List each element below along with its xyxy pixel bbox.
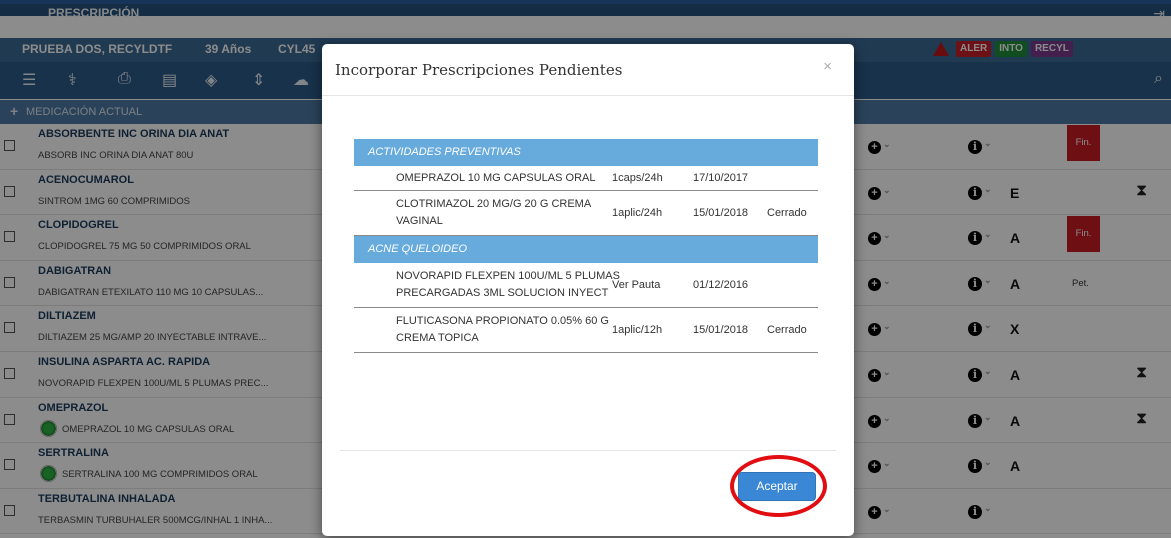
pending-prescriptions-table: ACTIVIDADES PREVENTIVAS OMEPRAZOL 10 MG … <box>354 139 818 353</box>
prescription-name: CLOTRIMAZOL 20 MG/G 20 G CREMA VAGINAL <box>396 198 592 227</box>
prescription-state: Cerrado <box>767 207 807 219</box>
prescription-dose: Ver Pauta <box>612 279 661 291</box>
pending-prescriptions-dialog: Incorporar Prescripciones Pendientes × A… <box>322 44 854 536</box>
prescription-row[interactable]: CLOTRIMAZOL 20 MG/G 20 G CREMA VAGINAL 1a… <box>354 191 818 236</box>
prescription-name: NOVORAPID FLEXPEN 100U/ML 5 PLUMAS PRECAR… <box>396 270 620 299</box>
prescription-dose: 1aplic/24h <box>612 207 663 219</box>
dialog-footer-divider <box>340 450 836 451</box>
prescription-row[interactable]: FLUTICASONA PROPIONATO 0.05% 60 G CREMA T… <box>354 308 818 353</box>
prescription-name: FLUTICASONA PROPIONATO 0.05% 60 G CREMA T… <box>396 315 609 344</box>
prescription-date: 01/12/2016 <box>693 279 749 291</box>
prescription-state: Cerrado <box>767 324 807 336</box>
group-header: ACNE QUELOIDEO <box>354 236 818 263</box>
group-header: ACTIVIDADES PREVENTIVAS <box>354 139 818 166</box>
prescription-dose: 1caps/24h <box>612 172 663 184</box>
prescription-date: 17/10/2017 <box>693 172 749 184</box>
highlight-annotation <box>730 455 827 517</box>
dialog-header: Incorporar Prescripciones Pendientes × <box>322 44 854 96</box>
prescription-name: OMEPRAZOL 10 MG CAPSULAS ORAL <box>396 172 596 184</box>
dialog-title: Incorporar Prescripciones Pendientes <box>335 61 623 79</box>
prescription-dose: 1aplic/12h <box>612 324 663 336</box>
prescription-date: 15/01/2018 <box>693 324 749 336</box>
prescription-date: 15/01/2018 <box>693 207 749 219</box>
prescription-row[interactable]: NOVORAPID FLEXPEN 100U/ML 5 PLUMAS PRECAR… <box>354 263 818 308</box>
prescription-row[interactable]: OMEPRAZOL 10 MG CAPSULAS ORAL 1caps/24h … <box>354 166 818 191</box>
close-icon[interactable]: × <box>823 58 832 75</box>
